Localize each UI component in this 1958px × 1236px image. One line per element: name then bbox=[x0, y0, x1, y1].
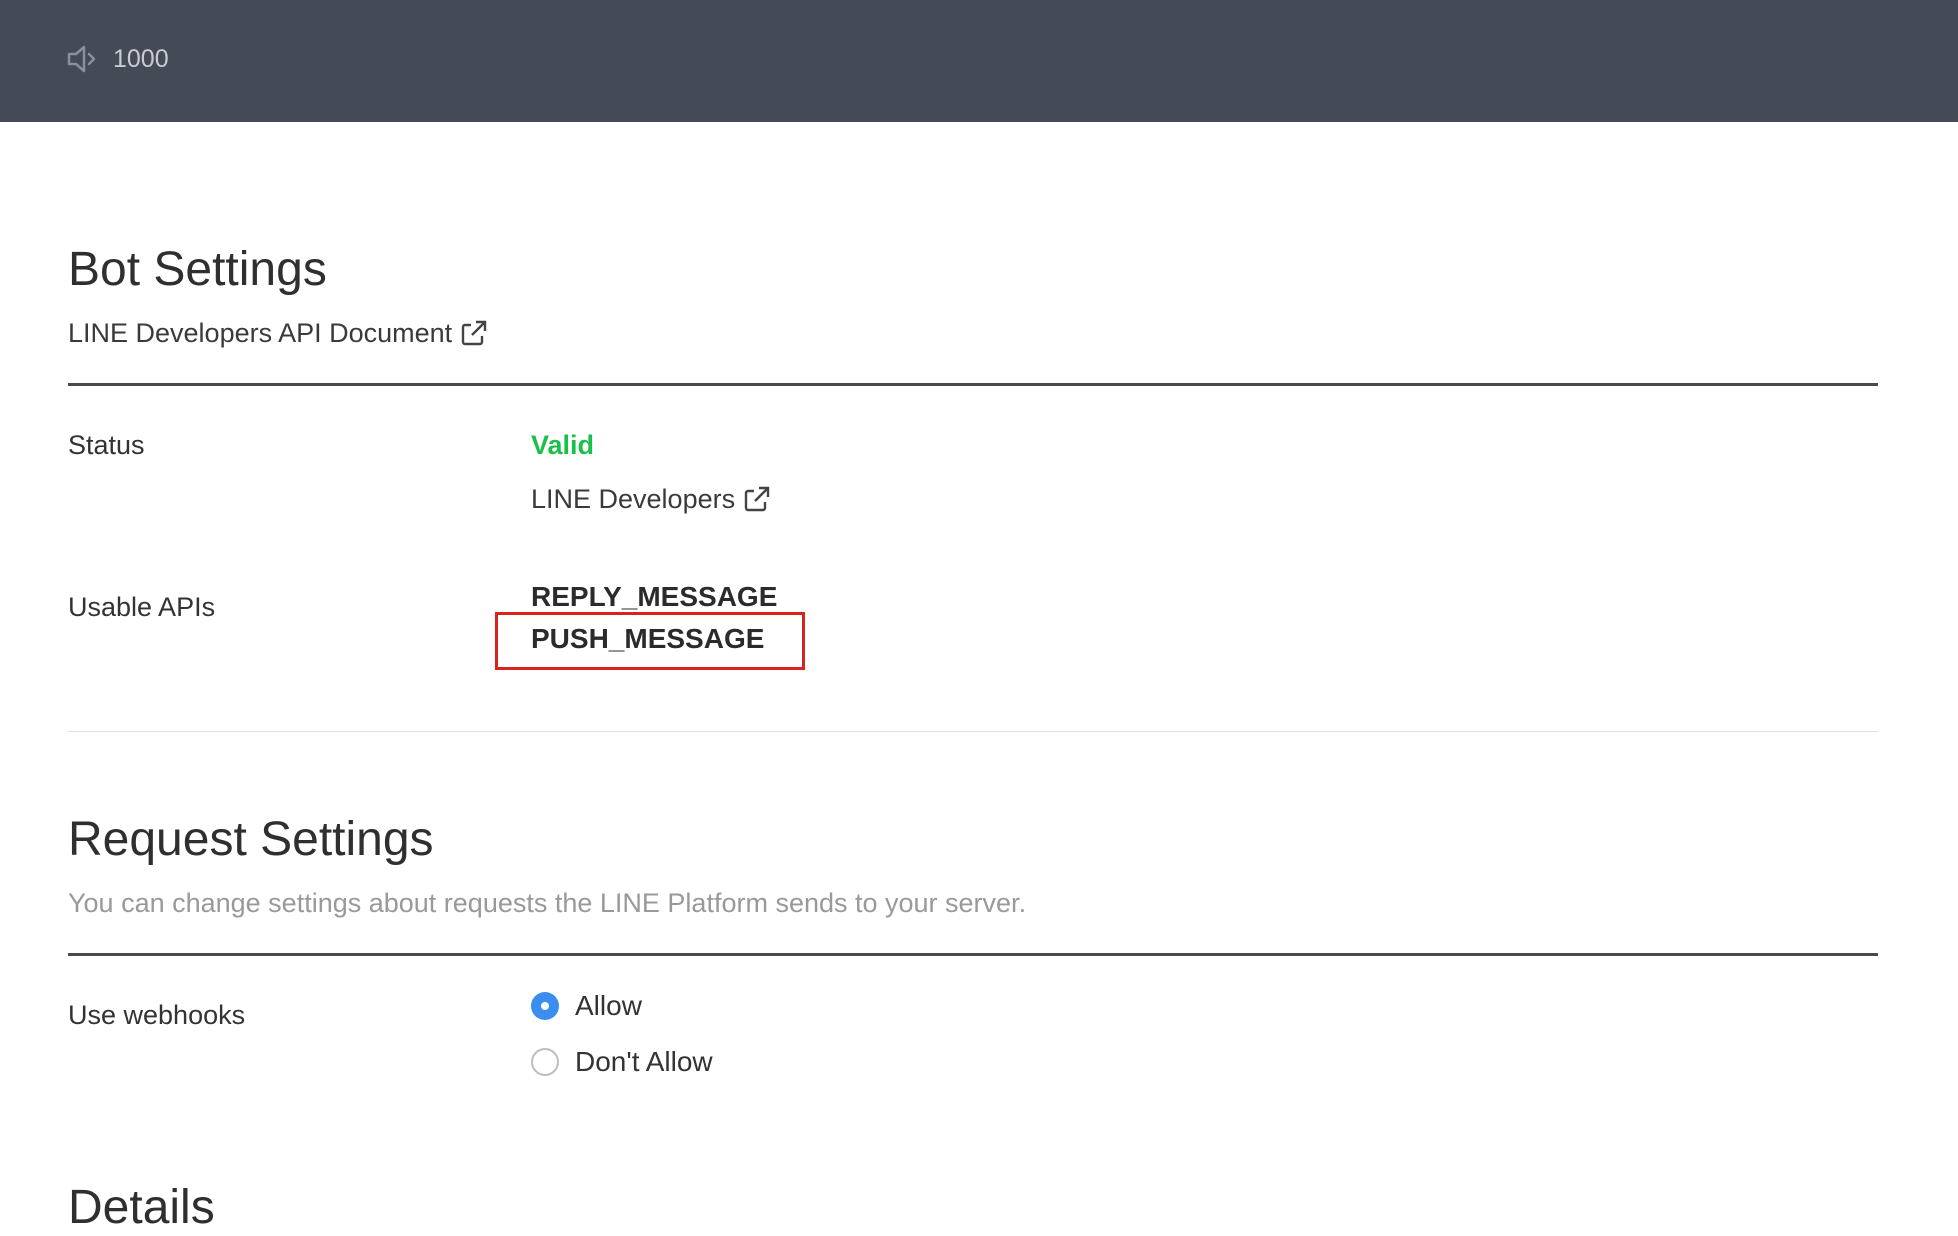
speaker-icon bbox=[67, 45, 96, 73]
status-link-row: LINE Developers bbox=[531, 482, 771, 516]
radio-allow[interactable] bbox=[531, 992, 559, 1020]
request-settings-divider bbox=[68, 953, 1878, 956]
api-item-reply-message: REPLY_MESSAGE bbox=[531, 581, 778, 612]
section-divider bbox=[68, 731, 1878, 732]
radio-dont-allow[interactable] bbox=[531, 1048, 559, 1076]
bot-settings-title: Bot Settings bbox=[68, 243, 327, 296]
top-bar: 1000 bbox=[0, 0, 1958, 122]
details-title: Details bbox=[68, 1181, 215, 1234]
bot-settings-divider bbox=[68, 383, 1878, 386]
request-settings-title: Request Settings bbox=[68, 813, 434, 866]
push-message-highlight bbox=[495, 612, 805, 670]
status-label: Status bbox=[68, 430, 145, 460]
use-webhooks-label: Use webhooks bbox=[68, 1000, 246, 1030]
webhook-option-dont-allow[interactable]: Don't Allow bbox=[531, 1045, 713, 1079]
notification-count: 1000 bbox=[113, 45, 169, 73]
notification-counter[interactable]: 1000 bbox=[67, 44, 169, 74]
line-developers-link-label: LINE Developers bbox=[531, 484, 736, 514]
usable-apis-label: Usable APIs bbox=[68, 592, 216, 622]
api-document-link-label: LINE Developers API Document bbox=[68, 318, 453, 348]
line-developers-link[interactable]: LINE Developers bbox=[531, 482, 771, 516]
bot-settings-subtitle: LINE Developers API Document bbox=[68, 316, 488, 350]
webhook-option-allow[interactable]: Allow bbox=[531, 989, 642, 1023]
radio-allow-label: Allow bbox=[575, 990, 642, 1021]
request-settings-description: You can change settings about requests t… bbox=[68, 888, 1027, 918]
radio-dont-allow-label: Don't Allow bbox=[575, 1046, 713, 1077]
status-badge: Valid bbox=[531, 430, 595, 460]
api-document-link[interactable]: LINE Developers API Document bbox=[68, 316, 488, 350]
external-link-icon bbox=[744, 486, 770, 512]
external-link-icon bbox=[461, 320, 487, 346]
